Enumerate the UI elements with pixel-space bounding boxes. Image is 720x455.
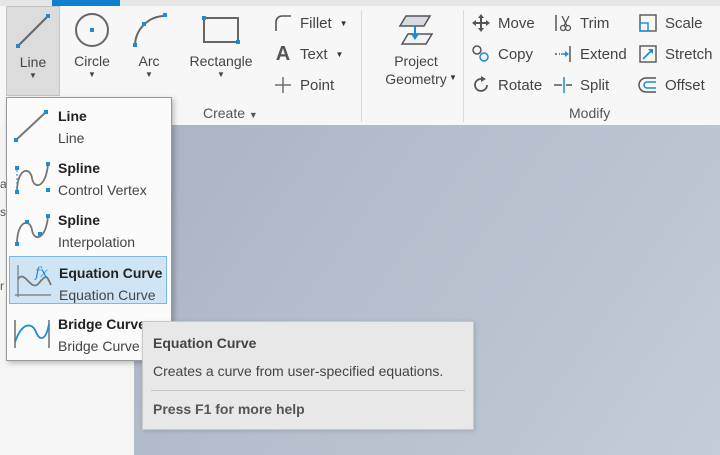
chevron-down-icon[interactable]: ▼	[249, 110, 258, 120]
project-geometry-label-1: Project	[394, 53, 438, 69]
scale-button[interactable]: Scale	[637, 12, 703, 34]
arc-icon	[124, 8, 174, 52]
trim-label: Trim	[580, 14, 610, 32]
line-icon	[14, 110, 48, 142]
chevron-down-icon[interactable]: ▼	[184, 70, 258, 80]
rotate-icon	[470, 74, 492, 96]
equation-curve-icon: fx	[15, 265, 52, 297]
tooltip: Equation Curve Creates a curve from user…	[142, 321, 474, 430]
panel-divider	[361, 10, 362, 122]
menu-item-equation-curve[interactable]: fx Equation Curve Equation Curve	[9, 256, 167, 304]
extend-icon	[552, 43, 574, 65]
offset-icon	[637, 74, 659, 96]
copy-icon	[470, 43, 492, 65]
offset-label: Offset	[665, 76, 705, 94]
browser-fragment: r	[0, 279, 4, 293]
arc-button-label: Arc	[138, 53, 160, 69]
extend-button[interactable]: Extend	[552, 43, 627, 65]
menu-item-title: Spline	[58, 160, 101, 176]
line-button-label: Line	[19, 54, 47, 70]
extend-label: Extend	[580, 45, 627, 63]
tooltip-description: Creates a curve from user-specified equa…	[153, 363, 444, 379]
point-button[interactable]: Point	[272, 74, 334, 96]
tooltip-title: Equation Curve	[153, 335, 257, 351]
menu-item-title: Equation Curve	[59, 265, 163, 281]
chevron-down-icon[interactable]: ▼	[124, 70, 174, 80]
menu-item-subtitle: Line	[58, 130, 85, 146]
menu-item-title: Line	[58, 108, 87, 124]
line-icon	[8, 9, 58, 53]
chevron-down-icon[interactable]: ▼	[340, 19, 348, 28]
menu-item-subtitle: Interpolation	[58, 234, 136, 250]
split-button[interactable]: Split	[552, 74, 609, 96]
stretch-button[interactable]: Stretch	[637, 43, 713, 65]
stretch-icon	[637, 43, 659, 65]
rectangle-icon	[184, 8, 258, 52]
text-icon: A	[275, 42, 291, 65]
trim-icon	[552, 12, 574, 34]
menu-item-title: Bridge Curve	[58, 316, 146, 332]
circle-icon	[67, 8, 117, 52]
spline-interp-icon	[15, 214, 50, 246]
rotate-label: Rotate	[498, 76, 543, 94]
create-panel-title[interactable]: Create ▼	[203, 105, 258, 121]
project-geometry-label-2: Geometry	[385, 71, 447, 87]
menu-item-spline-control-vertex[interactable]: Spline Control Vertex	[9, 152, 167, 200]
rectangle-button-label: Rectangle	[189, 53, 253, 69]
scale-label: Scale	[665, 14, 703, 32]
fillet-button[interactable]: Fillet ▼	[272, 12, 348, 34]
chevron-down-icon[interactable]: ▼	[8, 71, 58, 81]
split-icon	[552, 74, 574, 96]
text-label: Text	[300, 45, 328, 63]
copy-button[interactable]: Copy	[470, 43, 533, 65]
modify-panel-title[interactable]: Modify	[569, 105, 610, 121]
offset-button[interactable]: Offset	[637, 74, 705, 96]
circle-button-label: Circle	[74, 53, 110, 69]
fillet-label: Fillet	[300, 14, 332, 32]
menu-item-spline-interpolation[interactable]: Spline Interpolation	[9, 204, 167, 252]
move-icon	[470, 12, 492, 34]
move-button[interactable]: Move	[470, 12, 535, 34]
project-geometry-button[interactable]: Project Geometry	[378, 8, 454, 88]
menu-item-subtitle: Equation Curve	[59, 287, 156, 303]
panel-divider	[463, 10, 464, 122]
project-geometry-icon	[378, 8, 454, 52]
svg-text:fx: fx	[34, 265, 48, 281]
arc-button[interactable]: Arc ▼	[124, 8, 174, 80]
text-button[interactable]: A Text ▼	[272, 42, 344, 65]
menu-item-subtitle: Control Vertex	[58, 182, 147, 198]
chevron-down-icon[interactable]: ▼	[66, 70, 118, 80]
split-label: Split	[580, 76, 610, 94]
chevron-down-icon[interactable]: ▼	[336, 50, 344, 59]
copy-label: Copy	[498, 45, 534, 63]
rectangle-button[interactable]: Rectangle ▼	[184, 8, 258, 80]
point-icon	[272, 74, 294, 96]
tooltip-help: Press F1 for more help	[153, 401, 305, 417]
line-button[interactable]: Line ▼	[6, 6, 60, 96]
trim-button[interactable]: Trim	[552, 12, 609, 34]
menu-item-title: Spline	[58, 212, 101, 228]
stretch-label: Stretch	[665, 45, 713, 63]
point-label: Point	[300, 76, 335, 94]
rotate-button[interactable]: Rotate	[470, 74, 542, 96]
circle-button[interactable]: Circle ▼	[66, 8, 118, 80]
chevron-down-icon[interactable]: ▼	[449, 73, 457, 82]
menu-item-line[interactable]: Line Line	[9, 100, 167, 148]
fillet-icon	[272, 12, 294, 34]
scale-icon	[637, 12, 659, 34]
bridge-curve-icon	[14, 320, 50, 348]
tooltip-divider	[151, 390, 465, 391]
spline-cv-icon	[15, 162, 50, 194]
move-label: Move	[498, 14, 535, 32]
menu-item-subtitle: Bridge Curve	[58, 338, 140, 354]
